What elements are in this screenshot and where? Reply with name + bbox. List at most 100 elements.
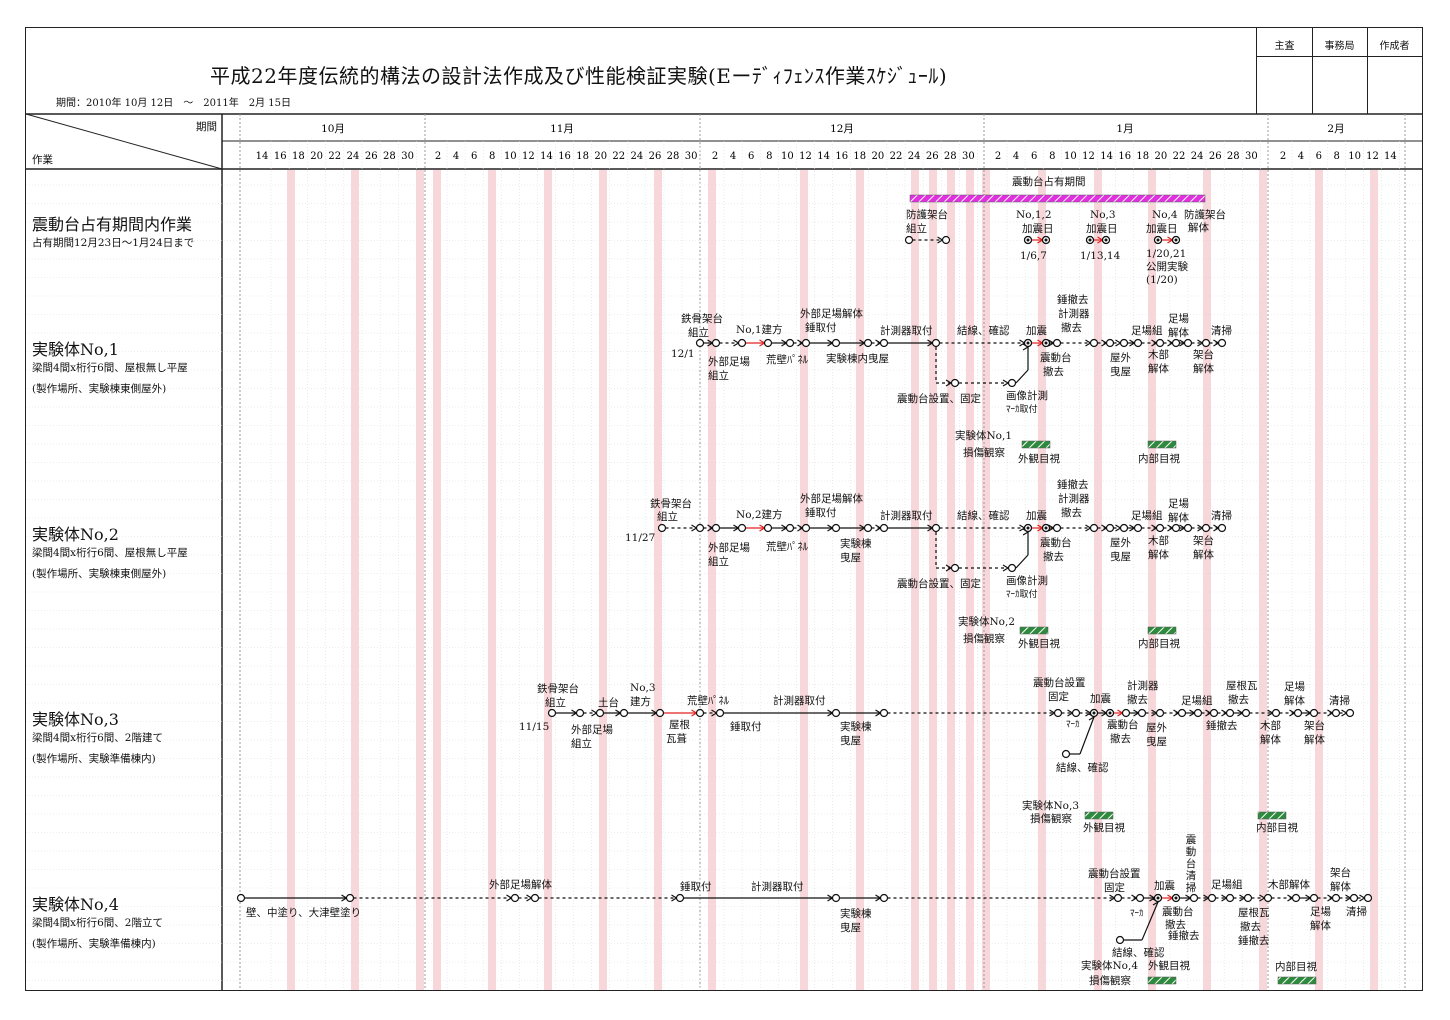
day-label: 28 (944, 151, 957, 162)
event-node (1293, 708, 1303, 718)
annotation: 撤去 (1127, 694, 1148, 706)
annotation: 外観目視 (1018, 638, 1060, 650)
annotation: 結線、確認 (957, 510, 1010, 522)
event-node (711, 338, 721, 348)
month-label: 2月 (1327, 123, 1344, 135)
event-node (1061, 749, 1071, 759)
annotation: 荒壁ﾊﾟﾈﾙ (687, 695, 729, 707)
annotation: ﾏｰｶ (1130, 909, 1144, 919)
annotation: 撤去 (1240, 921, 1261, 933)
event-node (1241, 708, 1251, 718)
annotation: 計測器取付 (880, 325, 933, 337)
annotation: 公開実験 (1146, 261, 1188, 273)
event-node (801, 523, 811, 533)
event-node-inner (1156, 896, 1160, 900)
annotation: 足場 (1168, 313, 1189, 325)
day-label: 6 (1316, 151, 1322, 162)
annotation: 11/15 (519, 721, 550, 733)
annotation: 荒壁ﾊﾟﾈﾙ (766, 354, 808, 366)
annotation: 震動台設置、固定 (897, 393, 981, 405)
event-node (711, 523, 721, 533)
annotation: 震動台 (1040, 352, 1072, 364)
task-sub: 梁間4間x桁行6間、屋根無し平屋 (32, 362, 188, 374)
annotation: 鉄骨架台 (650, 498, 692, 510)
annotation: 足場組 (1131, 510, 1163, 522)
annotation: 架台 (1193, 349, 1214, 361)
event-node (1007, 378, 1017, 388)
annotation: 組立 (708, 556, 729, 568)
annotation: 解体 (1188, 222, 1209, 234)
event-node (1171, 523, 1181, 533)
task-title: 実験体No,4 (32, 895, 119, 914)
annotation: 画像計測 (1006, 575, 1048, 587)
annotation: 加震日 (1146, 223, 1178, 235)
annotation: 曳屋 (840, 735, 861, 747)
event-node-inner (1092, 711, 1096, 715)
annotation: 1/20,21 (1146, 248, 1187, 260)
event-node (1345, 708, 1355, 718)
annotation: 撤去 (1061, 322, 1082, 334)
diagonal-line (25, 113, 223, 170)
annotation: 実験体No,1 (955, 430, 1013, 442)
annotation: 実験棟 (840, 908, 872, 920)
annotation: 木部 (1148, 349, 1169, 361)
event-node (1089, 523, 1099, 533)
annotation: 結線、確認 (1056, 762, 1109, 774)
annotation: (1/20) (1146, 274, 1178, 286)
event-node-inner (1104, 238, 1108, 242)
annotation: 損傷観察 (963, 447, 1005, 459)
event-node (1155, 708, 1165, 718)
hatched-bar (1257, 811, 1287, 820)
day-label: 14 (256, 151, 269, 162)
task-sub: (製作場所、実験棟東側屋外) (32, 568, 167, 580)
month-label: 1月 (1116, 123, 1133, 135)
annotation-vertical: 震動台清掃 (1185, 834, 1197, 894)
annotation: 加震日 (1022, 223, 1054, 235)
event-node (547, 708, 557, 718)
annotation: 解体 (1260, 734, 1281, 746)
day-label: 6 (748, 151, 754, 162)
task-label-no2: 実験体No,2 梁間4間x桁行6間、屋根無し平屋 (製作場所、実験棟東側屋外) (32, 521, 188, 581)
event-node-inner (1026, 238, 1030, 242)
day-label: 2 (712, 151, 718, 162)
annotation: 清掃 (1346, 906, 1367, 918)
event-node (737, 338, 747, 348)
annotation: 清掃 (1211, 510, 1232, 522)
annotation: 1/13,14 (1080, 250, 1121, 262)
task-label-no3: 実験体No,3 梁間4間x桁行6間、2階建て (製作場所、実験準備棟内) (32, 706, 163, 766)
day-label: 12 (799, 151, 812, 162)
annotation: 解体 (1330, 881, 1351, 893)
event-node-inner (1156, 238, 1160, 242)
annotation: 鉄骨架台 (537, 683, 579, 695)
event-node (595, 708, 605, 718)
annotation: No,1建方 (736, 324, 783, 336)
day-label: 4 (1013, 151, 1019, 162)
annotation: 足場 (1168, 498, 1189, 510)
event-node (831, 708, 841, 718)
annotation: 外観目視 (1148, 960, 1190, 972)
holiday-stripe (544, 170, 552, 990)
annotation: No,2建方 (736, 509, 783, 521)
task-sub: (製作場所、実験棟東側屋外) (32, 383, 167, 395)
holiday-stripe (856, 170, 864, 990)
annotation: 外部足場 (708, 542, 750, 554)
annotation: 外部足場解体 (800, 493, 863, 505)
event-node (931, 523, 941, 533)
task-label-no1: 実験体No,1 梁間4間x桁行6間、屋根無し平屋 (製作場所、実験棟東側屋外) (32, 336, 188, 396)
annotation: 実験体No,4 (1081, 960, 1139, 972)
annotation: 計測器取付 (880, 510, 933, 522)
annotation: 曳屋 (840, 552, 861, 564)
annotation: 損傷観察 (1030, 813, 1072, 825)
event-node (655, 708, 665, 718)
annotation: 損傷観察 (963, 633, 1005, 645)
event-node (1207, 893, 1217, 903)
annotation: 11/27 (625, 532, 656, 544)
event-node-inner (1044, 526, 1048, 530)
event-node (1133, 338, 1143, 348)
day-label: 30 (962, 151, 975, 162)
day-label: 10 (504, 151, 517, 162)
holiday-stripe (1094, 170, 1102, 990)
task-label-no4: 実験体No,4 梁間4間x桁行6間、2階立て (製作場所、実験準備棟内) (32, 891, 163, 951)
holiday-stripe (351, 170, 359, 990)
annotation: 足場 (1310, 906, 1331, 918)
